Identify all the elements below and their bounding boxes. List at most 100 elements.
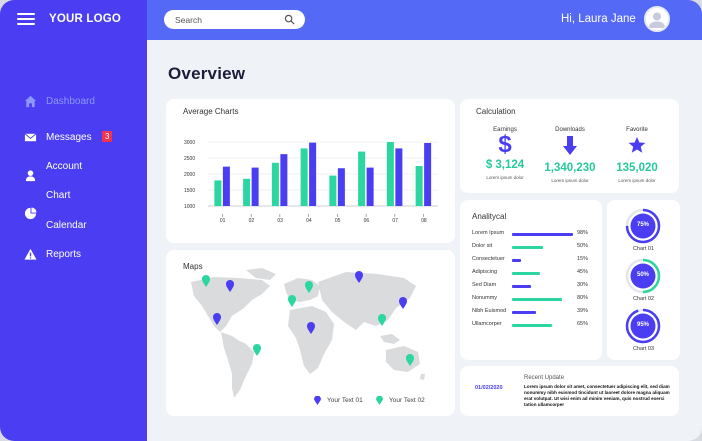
- sidebar-item-dashboard[interactable]: Dashboard: [0, 92, 147, 112]
- row-label: Lorem Ipsum: [472, 230, 505, 236]
- bar[interactable]: [386, 142, 394, 206]
- sidebar-item-label: Account: [46, 161, 83, 172]
- stat-value: 1,340,230: [544, 162, 596, 174]
- top-header: Hi, Laura Jane: [147, 0, 702, 40]
- sidebar-item-label: Calendar: [46, 220, 87, 231]
- stat-label: Downloads: [555, 127, 585, 133]
- donut-value: 50%: [637, 272, 650, 278]
- map-pin-icon[interactable]: [399, 297, 407, 309]
- page-title: Overview: [168, 64, 246, 83]
- legend-label: Your Text 02: [389, 397, 425, 404]
- pin-icon: [314, 396, 321, 405]
- downloads-stat: Downloads 1,340,230 Lorem ipsum dolor: [535, 127, 605, 183]
- legend-label: Your Text 01: [327, 397, 363, 404]
- update-date: 01/02/2020: [475, 385, 503, 391]
- bar[interactable]: [222, 166, 230, 206]
- donut-label: Chart 03: [632, 346, 655, 352]
- donut-label: Chart 01: [632, 246, 655, 252]
- row-value: 80%: [577, 295, 589, 301]
- analytical-card: Analitycal Lorem Ipsum 98% Dolor sit 50% Con…: [460, 200, 602, 360]
- y-tick-label: 2000: [184, 172, 195, 178]
- bar[interactable]: [415, 166, 423, 206]
- stat-sub: Lorem ipsum dolor: [551, 178, 589, 183]
- stat-sub: Lorem ipsum dolor: [618, 178, 656, 183]
- sidebar-item-chart[interactable]: Chart: [0, 186, 147, 220]
- row-value: 65%: [577, 321, 589, 327]
- bar[interactable]: [271, 162, 279, 206]
- sidebar-item-label: Messages: [46, 132, 92, 143]
- sidebar-item-calendar[interactable]: Calendar: [0, 216, 147, 236]
- bar[interactable]: [309, 142, 317, 206]
- donut-value: 95%: [637, 322, 650, 328]
- bar[interactable]: [337, 168, 345, 206]
- donut-value: 75%: [637, 222, 650, 228]
- y-tick-label: 1000: [184, 204, 195, 210]
- x-tick-label: 04: [306, 218, 312, 224]
- x-tick-label: 05: [335, 218, 341, 224]
- recent-update-card: 01/02/2020 Recent Update Lorem ipsum dol…: [460, 366, 679, 416]
- row-value: 50%: [577, 243, 589, 249]
- sidebar: YOUR LOGO Dashboard Messages 3 Account C…: [0, 0, 147, 441]
- update-title: Recent Update: [524, 375, 565, 381]
- calculation-card: Calculation Earnings $ $ 3,124 Lorem ips…: [460, 99, 679, 193]
- row-label: Nonummy: [472, 295, 498, 301]
- row-label: Nibh Euismod: [472, 308, 507, 314]
- favorite-stat: Favorite 135,020 Lorem ipsum dolor: [602, 127, 672, 183]
- donut-chart[interactable]: 50%: [625, 258, 661, 294]
- logo[interactable]: YOUR LOGO: [49, 13, 121, 25]
- hamburger-menu-icon[interactable]: [17, 13, 35, 25]
- stat-label: Favorite: [626, 127, 648, 133]
- search-icon[interactable]: [284, 14, 295, 25]
- donut-label: Chart 02: [632, 296, 655, 302]
- donut-charts-card: 75% Chart 01 50% Chart 02 95% Chart 03: [607, 200, 680, 360]
- map-pin-icon[interactable]: [253, 344, 261, 356]
- mail-icon: [24, 133, 37, 142]
- row-label: Adipiscing: [472, 269, 498, 275]
- bar[interactable]: [424, 142, 432, 206]
- bar[interactable]: [329, 175, 337, 206]
- update-text: Lorem ipsum dolor sit amet, consectetuer…: [524, 384, 670, 407]
- progress-bar: [512, 246, 543, 249]
- row-label: Sed Diam: [472, 282, 497, 288]
- bar[interactable]: [280, 154, 288, 206]
- bar[interactable]: [395, 148, 403, 206]
- y-tick-label: 2500: [184, 156, 195, 162]
- progress-bar: [512, 272, 540, 275]
- bar[interactable]: [251, 167, 259, 206]
- user-icon: [25, 170, 36, 182]
- world-map[interactable]: [166, 250, 455, 416]
- x-tick-label: 01: [220, 218, 226, 224]
- bar[interactable]: [366, 167, 374, 206]
- sidebar-item-account[interactable]: Account: [0, 157, 147, 182]
- card-title: Calculation: [476, 107, 516, 116]
- home-icon: [24, 95, 37, 108]
- x-tick-label: 08: [421, 218, 427, 224]
- x-tick-label: 03: [277, 218, 283, 224]
- row-value: 15%: [577, 256, 589, 262]
- x-tick-label: 02: [249, 218, 255, 224]
- bar[interactable]: [358, 151, 366, 206]
- sidebar-item-label: Chart: [46, 190, 71, 201]
- bar[interactable]: [214, 180, 222, 206]
- bar[interactable]: [243, 178, 251, 206]
- bar-chart: 3000 2500 2000 1500 1000 01 02 03 04 05 06 07 08: [184, 140, 438, 224]
- x-tick-label: 06: [364, 218, 370, 224]
- download-arrow-icon: [563, 136, 577, 155]
- map-pin-icon[interactable]: [288, 295, 296, 307]
- dashboard-app: YOUR LOGO Dashboard Messages 3 Account C…: [0, 0, 702, 441]
- sidebar-item-messages[interactable]: Messages 3: [0, 128, 147, 148]
- bar[interactable]: [300, 148, 308, 206]
- sidebar-item-reports[interactable]: Reports: [0, 245, 147, 265]
- donut-chart[interactable]: 95%: [625, 308, 661, 344]
- stat-value: 135,020: [616, 162, 658, 174]
- user-avatar-icon: [646, 8, 668, 30]
- progress-bar: [512, 311, 537, 314]
- row-value: 98%: [577, 230, 589, 236]
- stat-sub: Lorem ipsum dolor: [486, 175, 524, 180]
- row-value: 39%: [577, 308, 589, 314]
- row-label: Dolor sit: [472, 243, 493, 249]
- avatar[interactable]: [644, 6, 670, 32]
- donut-chart[interactable]: 75%: [625, 208, 661, 244]
- progress-bar: [512, 324, 553, 327]
- dollar-icon: $: [498, 131, 512, 158]
